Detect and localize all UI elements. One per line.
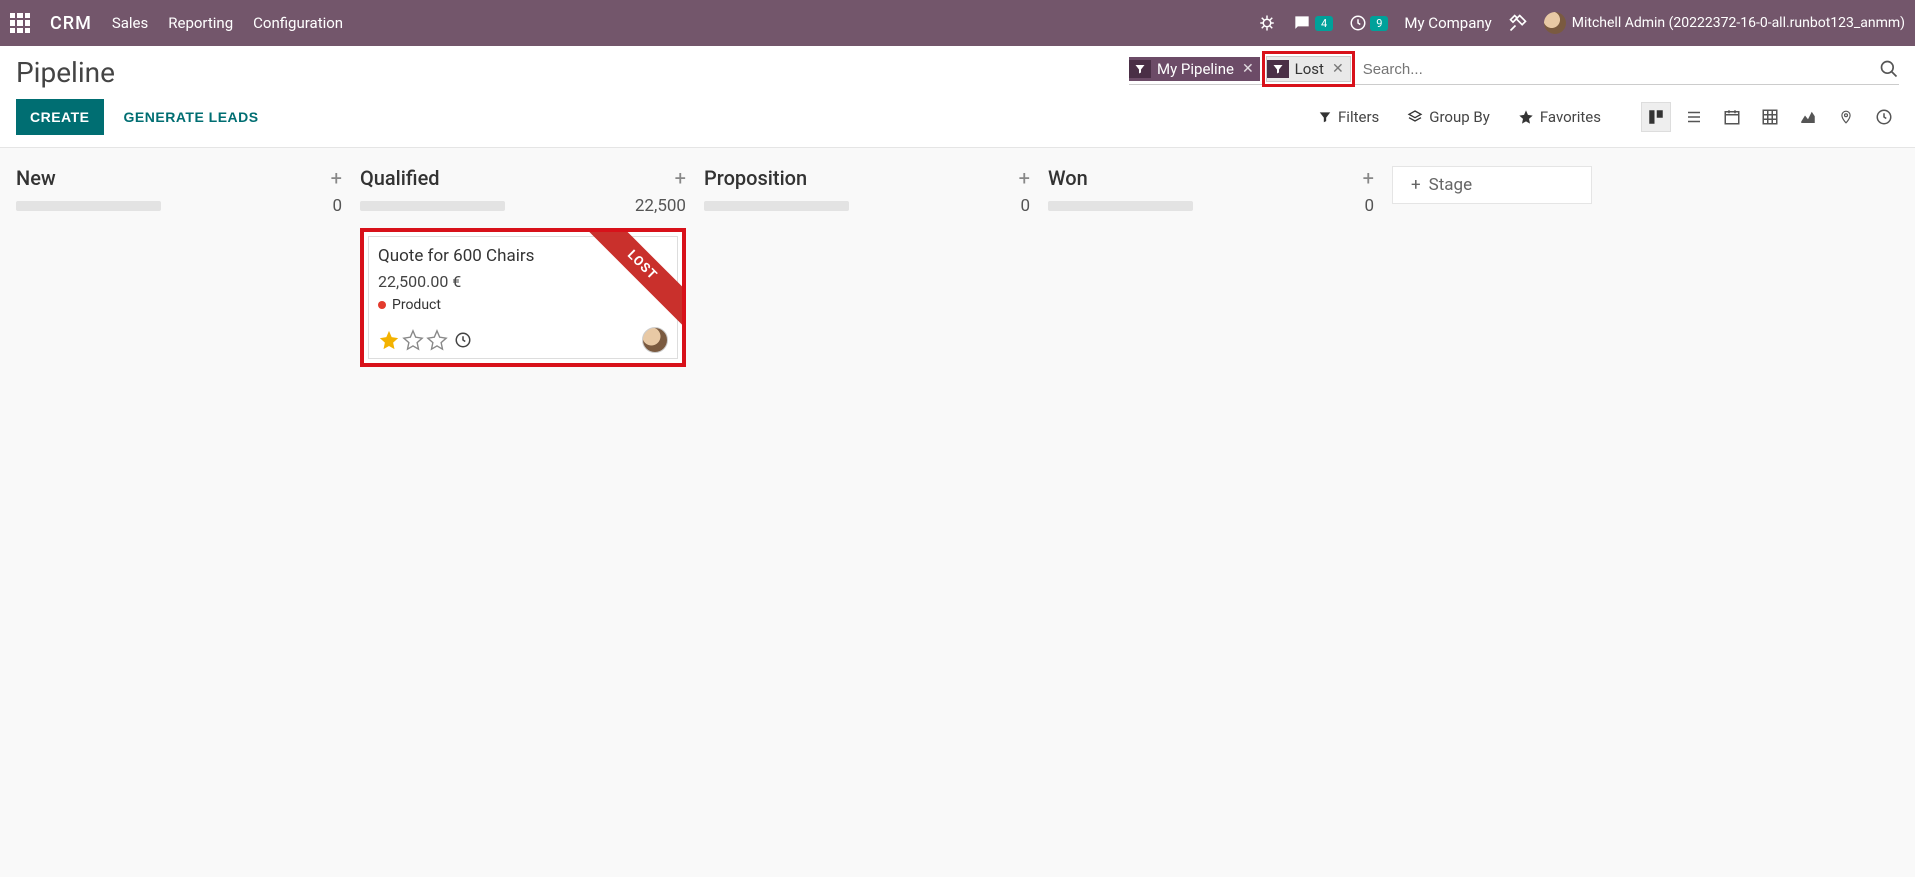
app-brand[interactable]: CRM <box>50 13 92 34</box>
col-title[interactable]: Won <box>1048 166 1088 190</box>
star-icon[interactable] <box>426 329 448 351</box>
filter-chip-lost[interactable]: Lost ✕ <box>1266 56 1351 82</box>
col-title[interactable]: New <box>16 166 56 190</box>
generate-leads-button[interactable]: GENERATE LEADS <box>120 99 263 135</box>
avatar-icon <box>1544 12 1566 34</box>
view-calendar[interactable] <box>1717 102 1747 132</box>
col-title[interactable]: Qualified <box>360 166 440 190</box>
priority-stars[interactable] <box>378 329 448 351</box>
control-bar: Pipeline My Pipeline ✕ Lost ✕ <box>0 46 1915 148</box>
quick-add[interactable]: + <box>675 166 686 190</box>
activities-badge: 9 <box>1370 16 1388 31</box>
add-stage-button[interactable]: + Stage <box>1392 166 1592 204</box>
view-pivot[interactable] <box>1755 102 1785 132</box>
view-map[interactable] <box>1831 102 1861 132</box>
progress-bar <box>360 201 505 211</box>
debug-icon[interactable] <box>1258 14 1276 32</box>
progress-bar <box>1048 201 1193 211</box>
filter-chip-mypipeline[interactable]: My Pipeline ✕ <box>1129 57 1260 81</box>
star-icon[interactable] <box>402 329 424 351</box>
col-total: 0 <box>332 196 342 216</box>
messages-badge: 4 <box>1315 16 1333 31</box>
chip-label: My Pipeline <box>1157 60 1234 78</box>
progress-bar <box>704 201 849 211</box>
quick-add[interactable]: + <box>1363 166 1374 190</box>
kanban-board: New + 0 Qualified + 22,500 LOST Quote fo… <box>0 148 1915 385</box>
user-menu[interactable]: Mitchell Admin (20222372-16-0-all.runbot… <box>1544 12 1905 34</box>
filter-icon <box>1129 60 1151 78</box>
progress-bar <box>16 201 161 211</box>
company-switcher[interactable]: My Company <box>1404 14 1491 32</box>
groupby-button[interactable]: Group By <box>1407 108 1490 126</box>
tag-dot-icon <box>378 301 386 309</box>
col-title[interactable]: Proposition <box>704 166 807 190</box>
view-kanban[interactable] <box>1641 102 1671 132</box>
chip-remove[interactable]: ✕ <box>1242 61 1254 77</box>
activity-clock-icon[interactable] <box>454 331 472 349</box>
quick-add[interactable]: + <box>331 166 342 190</box>
page-title: Pipeline <box>16 56 115 89</box>
plus-icon: + <box>1411 175 1421 195</box>
star-icon[interactable] <box>378 329 400 351</box>
col-total: 22,500 <box>635 196 686 216</box>
col-total: 0 <box>1364 196 1374 216</box>
tools-icon[interactable] <box>1508 13 1528 33</box>
kanban-col-won: Won + 0 <box>1048 166 1374 228</box>
create-button[interactable]: CREATE <box>16 99 104 135</box>
kanban-col-qualified: Qualified + 22,500 LOST Quote for 600 Ch… <box>360 166 686 367</box>
view-graph[interactable] <box>1793 102 1823 132</box>
kanban-col-new: New + 0 <box>16 166 342 228</box>
chip-label: Lost <box>1295 60 1324 78</box>
messages-icon[interactable]: 4 <box>1292 13 1333 33</box>
filters-button[interactable]: Filters <box>1318 108 1379 126</box>
activities-icon[interactable]: 9 <box>1349 14 1388 32</box>
nav-reporting[interactable]: Reporting <box>168 14 233 32</box>
favorites-button[interactable]: Favorites <box>1518 108 1601 126</box>
search-bar[interactable]: My Pipeline ✕ Lost ✕ <box>1129 56 1899 85</box>
topnav: CRM Sales Reporting Configuration 4 9 My… <box>0 0 1915 46</box>
lost-ribbon: LOST <box>574 230 684 340</box>
col-total: 0 <box>1020 196 1030 216</box>
search-input[interactable] <box>1357 57 1879 82</box>
nav-configuration[interactable]: Configuration <box>253 14 343 32</box>
chip-remove[interactable]: ✕ <box>1332 61 1344 77</box>
quick-add[interactable]: + <box>1019 166 1030 190</box>
kanban-card[interactable]: LOST Quote for 600 Chairs 22,500.00 € Pr… <box>360 228 686 367</box>
search-icon[interactable] <box>1879 59 1899 79</box>
filter-icon <box>1267 60 1289 78</box>
view-activity[interactable] <box>1869 102 1899 132</box>
kanban-col-proposition: Proposition + 0 <box>704 166 1030 228</box>
nav-sales[interactable]: Sales <box>112 14 148 32</box>
user-label: Mitchell Admin (20222372-16-0-all.runbot… <box>1572 15 1905 31</box>
apps-menu-icon[interactable] <box>10 13 30 33</box>
view-list[interactable] <box>1679 102 1709 132</box>
